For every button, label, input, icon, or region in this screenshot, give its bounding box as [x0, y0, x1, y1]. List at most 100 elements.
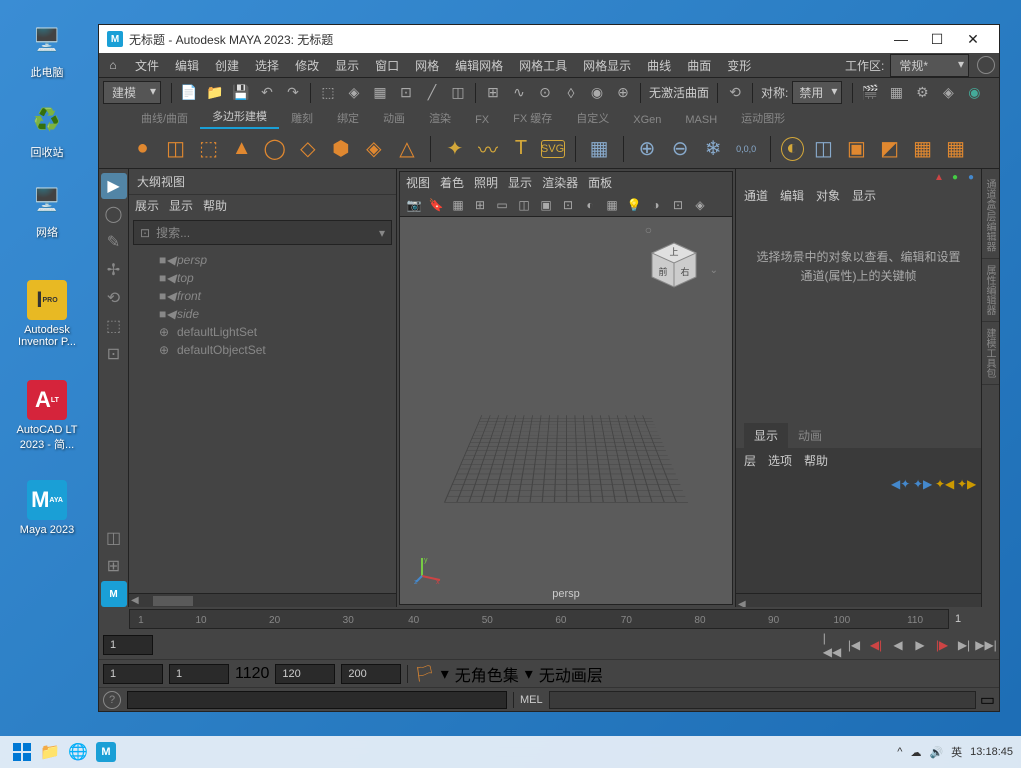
shelf-tab-mash[interactable]: MASH	[673, 111, 729, 129]
multicut-icon[interactable]: ▦	[909, 135, 936, 163]
channel-blue-icon[interactable]: ●	[965, 171, 977, 183]
undo-icon[interactable]: ↶	[256, 82, 278, 104]
outliner-node-side[interactable]: ■◀side	[129, 305, 396, 323]
new-scene-icon[interactable]: 📄	[178, 82, 200, 104]
xray-icon[interactable]: ◉	[963, 82, 985, 104]
outliner-node-persp[interactable]: ■◀persp	[129, 251, 396, 269]
shelf-tab-sculpt[interactable]: 雕刻	[279, 107, 325, 129]
viewcube-menu-icon[interactable]: ⌄	[710, 265, 718, 276]
timeline-ticks[interactable]: 1 10 20 30 40 50 60 70 80 90 100 110	[129, 609, 949, 629]
vp-menu-lighting[interactable]: 照明	[474, 174, 498, 191]
channel-tab-anim[interactable]: 动画	[788, 423, 832, 448]
playback-prev-key-icon[interactable]: |◀	[845, 636, 863, 654]
hypershade-icon[interactable]: ◈	[937, 82, 959, 104]
layer-menu-options[interactable]: 选项	[768, 452, 792, 469]
menu-edit[interactable]: 编辑	[167, 57, 207, 74]
smooth-icon[interactable]: ❄	[700, 135, 727, 163]
sweep-mesh-icon[interactable]: ▦	[586, 135, 613, 163]
vp-textured-icon[interactable]: ▦	[602, 195, 622, 215]
channel-menu-edit[interactable]: 编辑	[780, 187, 804, 204]
channel-menu-show[interactable]: 显示	[852, 187, 876, 204]
four-view-icon[interactable]: ⊞	[101, 553, 127, 579]
playback-next-frame-icon[interactable]: |▶	[933, 636, 951, 654]
menu-curves[interactable]: 曲线	[639, 57, 679, 74]
layer-move-down-icon[interactable]: ✦▶	[913, 477, 929, 493]
poly-star-icon[interactable]: ✦	[441, 135, 468, 163]
select-object-icon[interactable]: ◈	[343, 82, 365, 104]
menu-select[interactable]: 选择	[247, 57, 287, 74]
channel-green-icon[interactable]: ●	[949, 171, 961, 183]
single-view-icon[interactable]: ◫	[101, 525, 127, 551]
vp-menu-panels[interactable]: 面板	[588, 174, 612, 191]
outliner-menu-help[interactable]: 帮助	[203, 197, 227, 214]
vp-isolate-icon[interactable]: ⊡	[668, 195, 688, 215]
select-face-icon[interactable]: ◫	[447, 82, 469, 104]
open-scene-icon[interactable]: 📁	[204, 82, 226, 104]
move-tool[interactable]: ✢	[101, 257, 127, 283]
outliner-node-lightset[interactable]: ⊕defaultLightSet	[129, 323, 396, 341]
bevel-icon[interactable]: ◩	[876, 135, 903, 163]
animlayer-prefs-icon[interactable]: ▾	[525, 664, 533, 684]
channel-menu-object[interactable]: 对象	[816, 187, 840, 204]
rotate-tool[interactable]: ⟲	[101, 285, 127, 311]
lasso-tool[interactable]: ◯	[101, 201, 127, 227]
origin-icon[interactable]: 0,0,0	[733, 135, 760, 163]
construction-history-icon[interactable]: ⟲	[724, 82, 746, 104]
shelf-tab-fxcache[interactable]: FX 缓存	[501, 107, 564, 129]
snap-curve-icon[interactable]: ∿	[508, 82, 530, 104]
snap-view-icon[interactable]: ⊕	[612, 82, 634, 104]
shelf-tab-rigging[interactable]: 绑定	[325, 107, 371, 129]
outliner-search[interactable]: ⊡ 搜索...	[133, 220, 392, 245]
outliner-menu-show[interactable]: 展示	[135, 197, 159, 214]
outliner-scrollbar[interactable]: ◀	[129, 593, 396, 607]
playback-start-icon[interactable]: |◀◀	[823, 636, 841, 654]
menu-meshtools[interactable]: 网格工具	[511, 57, 575, 74]
bridge-icon[interactable]: ▣	[843, 135, 870, 163]
layer-list[interactable]	[736, 497, 981, 593]
help-icon[interactable]: ?	[103, 691, 121, 709]
tray-clock[interactable]: 13:18:45	[970, 746, 1013, 758]
poly-plane-icon[interactable]: ◇	[294, 135, 321, 163]
shelf-tab-fx[interactable]: FX	[463, 111, 501, 129]
outliner-node-objectset[interactable]: ⊕defaultObjectSet	[129, 341, 396, 359]
vp-grid-icon[interactable]: ⊞	[470, 195, 490, 215]
tray-chevron-icon[interactable]: ^	[897, 746, 902, 758]
shelf-tab-motion[interactable]: 运动图形	[729, 107, 797, 129]
script-lang-label[interactable]: MEL	[520, 694, 543, 706]
snap-plane-icon[interactable]: ◊	[560, 82, 582, 104]
paint-tool[interactable]: ✎	[101, 229, 127, 255]
poly-torus-icon[interactable]: ◯	[261, 135, 288, 163]
poly-svg-icon[interactable]: SVG	[541, 140, 565, 158]
minimize-button[interactable]: —	[883, 25, 919, 53]
playback-reverse-icon[interactable]: ◀	[889, 636, 907, 654]
menu-mesh[interactable]: 网格	[407, 57, 447, 74]
vp-resolution-icon[interactable]: ◫	[514, 195, 534, 215]
tray-volume-icon[interactable]: 🔊	[929, 746, 943, 759]
workspace-selector[interactable]: 常规*	[890, 54, 969, 77]
maya-mode-icon[interactable]: M	[101, 581, 127, 607]
vp-shaded-icon[interactable]: ◐	[580, 195, 600, 215]
vp-bookmark-icon[interactable]: 🔖	[426, 195, 446, 215]
menuset-selector[interactable]: 建模	[103, 81, 161, 104]
timeline-current-field[interactable]: 1	[103, 635, 153, 655]
shelf-tab-xgen[interactable]: XGen	[621, 111, 673, 129]
shelf-tab-curves[interactable]: 曲线/曲面	[129, 107, 200, 129]
vp-xray-icon[interactable]: ◈	[690, 195, 710, 215]
shelf-tab-animation[interactable]: 动画	[371, 107, 417, 129]
poly-cube-icon[interactable]: ◫	[162, 135, 189, 163]
menu-file[interactable]: 文件	[127, 57, 167, 74]
menu-deform[interactable]: 变形	[719, 57, 759, 74]
vp-film-gate-icon[interactable]: ▭	[492, 195, 512, 215]
snap-grid-icon[interactable]: ⊞	[482, 82, 504, 104]
maximize-button[interactable]: ☐	[919, 25, 955, 53]
vp-menu-shading[interactable]: 着色	[440, 174, 464, 191]
channel-tab-display[interactable]: 显示	[744, 423, 788, 448]
outliner-node-top[interactable]: ■◀top	[129, 269, 396, 287]
outliner-node-front[interactable]: ■◀front	[129, 287, 396, 305]
extrude-icon[interactable]: ◫	[810, 135, 837, 163]
taskbar-maya-icon[interactable]: M	[92, 738, 120, 766]
layer-new-empty-icon[interactable]: ✦◀	[935, 477, 951, 493]
vp-menu-renderer[interactable]: 渲染器	[542, 174, 578, 191]
select-component-icon[interactable]: ▦	[369, 82, 391, 104]
save-scene-icon[interactable]: 💾	[230, 82, 252, 104]
